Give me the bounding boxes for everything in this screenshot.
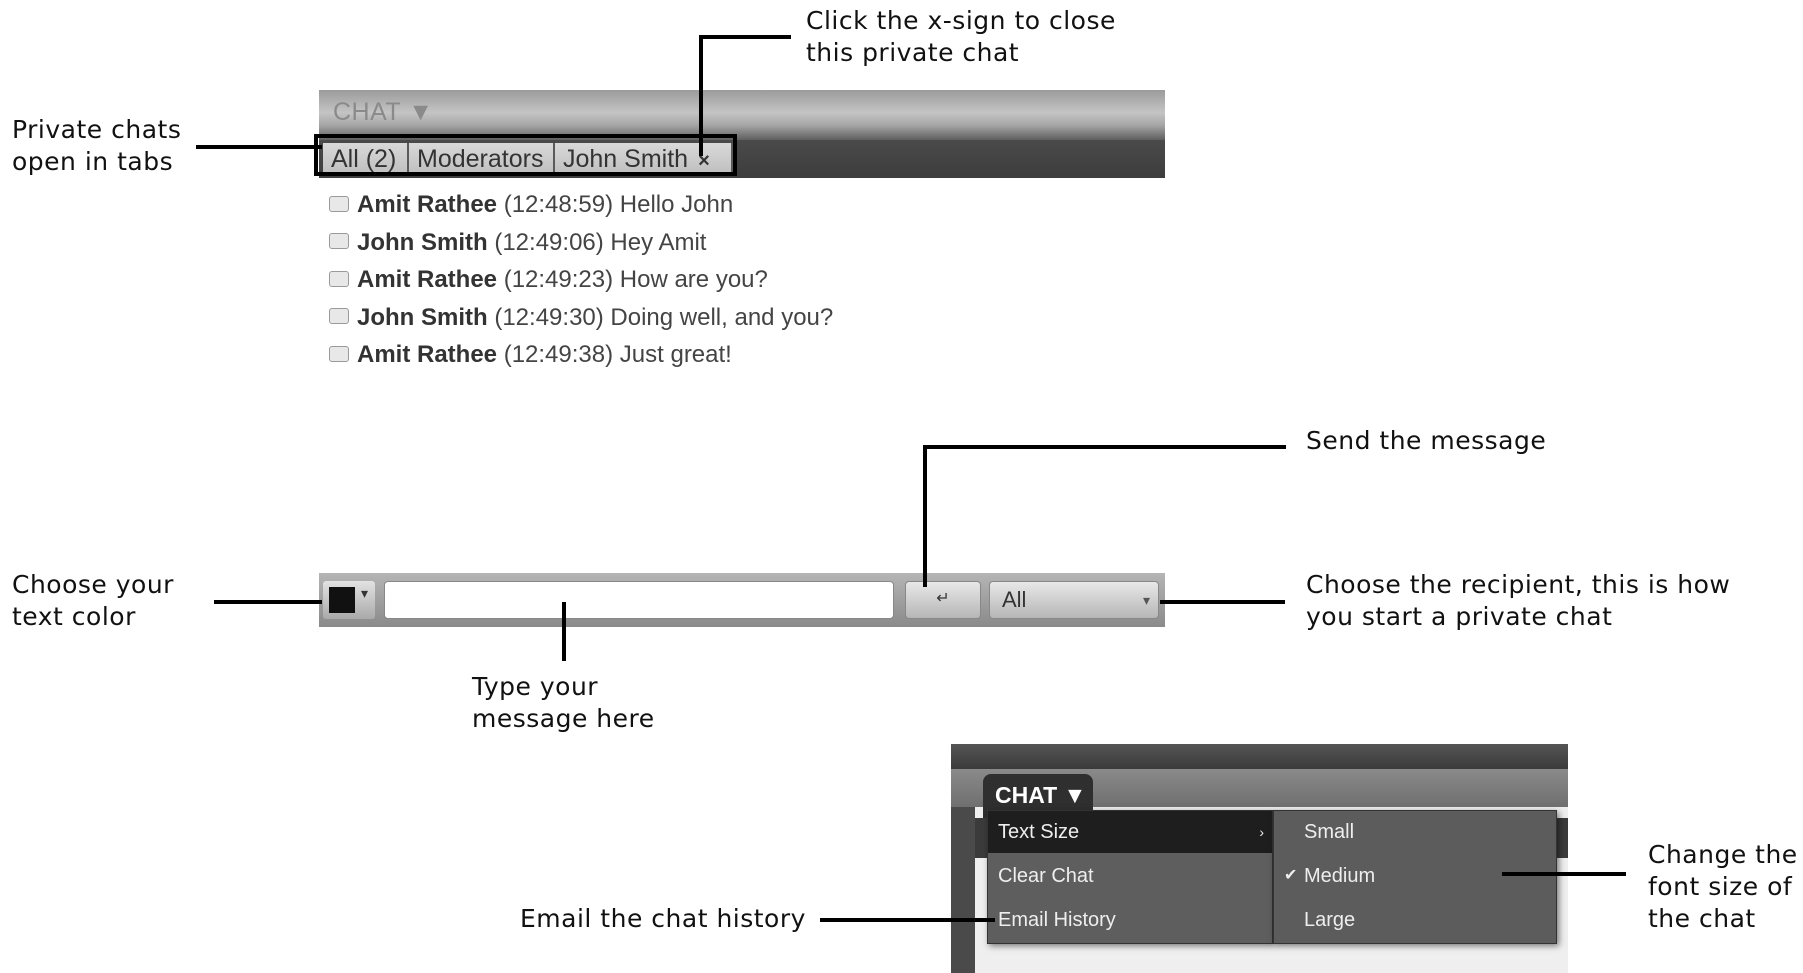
message-sender: John Smith (357, 228, 488, 256)
leader-line (699, 35, 791, 39)
leader-line (1160, 600, 1285, 604)
recipient-value: All (1002, 587, 1027, 612)
callout-tabs: Private chats open in tabs (12, 115, 182, 176)
message-text: Hello John (619, 191, 734, 218)
chat-message: John Smith (12:49:06) Hey Amit (329, 224, 1149, 262)
chat-message: Amit Rathee (12:49:38) Just great! (329, 336, 1149, 374)
callout-email: Email the chat history (520, 904, 806, 933)
message-list: Amit Rathee (12:48:59) Hello John John S… (329, 186, 1149, 374)
chevron-down-icon: ▾ (1142, 592, 1150, 608)
recipient-select[interactable]: All ▾ (989, 581, 1159, 619)
text-size-label: Large (1304, 909, 1356, 931)
message-time: (12:49:30) (494, 303, 604, 331)
message-time: (12:49:38) (503, 341, 614, 368)
message-text: Just great! (619, 341, 732, 368)
chat-bubble-icon (329, 195, 349, 212)
leader-line (214, 600, 322, 604)
menu-item-label: Email History (998, 909, 1116, 931)
chat-menu-button[interactable]: CHAT ▼ (333, 98, 433, 127)
callout-send: Send the message (1306, 426, 1547, 455)
chat-options-menu: Text Size › Clear Chat Email History (987, 810, 1273, 944)
message-text: Doing well, and you? (610, 303, 834, 331)
callout-recipient: Choose the recipient, this is how you st… (1306, 570, 1731, 631)
leader-line (699, 35, 703, 156)
message-time: (12:48:59) (503, 191, 614, 218)
send-icon: ↵ (936, 590, 950, 607)
leader-line (820, 918, 995, 922)
chat-message: Amit Rathee (12:49:23) How are you? (329, 261, 1149, 299)
leader-line (923, 445, 1286, 449)
menu-item-label: Clear Chat (998, 865, 1094, 887)
chat-bubble-icon (329, 308, 349, 325)
color-swatch (329, 587, 355, 613)
menu-item-label: Text Size (998, 821, 1080, 843)
callout-color: Choose your text color (12, 570, 174, 631)
message-sender: Amit Rathee (357, 341, 498, 368)
message-sender: Amit Rathee (357, 266, 498, 293)
leader-line (196, 145, 322, 149)
message-time: (12:49:23) (503, 266, 614, 293)
message-sender: John Smith (357, 303, 488, 331)
menu-item-clear-chat[interactable]: Clear Chat (988, 855, 1272, 897)
callout-font-size: Change the font size of the chat (1648, 840, 1798, 933)
text-size-label: Small (1304, 821, 1355, 843)
menu-item-text-size[interactable]: Text Size › (988, 811, 1272, 853)
chevron-right-icon: › (1259, 824, 1264, 840)
chat-bubble-icon (329, 345, 349, 362)
chat-bubble-icon (329, 270, 349, 287)
message-input[interactable] (384, 581, 894, 619)
text-size-large[interactable]: Large (1274, 899, 1556, 941)
text-color-picker[interactable]: ▾ (323, 581, 375, 619)
chevron-down-icon: ▾ (361, 585, 369, 601)
message-sender: Amit Rathee (357, 191, 498, 218)
chat-message: John Smith (12:49:30) Doing well, and yo… (329, 299, 1149, 337)
text-size-small[interactable]: Small (1274, 811, 1556, 853)
chat-panel: CHAT ▼ All (2) Moderators John Smith × Am… (314, 90, 1165, 627)
message-time: (12:49:06) (494, 228, 604, 256)
text-size-label: Medium (1304, 865, 1376, 887)
checkmark-icon: ✔ (1284, 867, 1298, 884)
chat-header: CHAT ▼ (319, 90, 1165, 140)
text-size-medium[interactable]: ✔ Medium (1274, 855, 1556, 897)
menu-item-email-history[interactable]: Email History (988, 899, 1272, 941)
chat-options-panel: CHAT ▼ Text Size › Clear Chat Email Hist… (951, 744, 1568, 973)
message-text: How are you? (619, 266, 768, 293)
text-size-submenu: Small ✔ Medium Large (1273, 810, 1557, 944)
chat-bubble-icon (329, 233, 349, 250)
tabs-highlight-box (314, 134, 737, 176)
chat-message: Amit Rathee (12:48:59) Hello John (329, 186, 1149, 224)
leader-line (923, 445, 927, 587)
callout-close: Click the x-sign to close this private c… (806, 6, 1116, 67)
leader-line (562, 602, 566, 661)
callout-type: Type your message here (472, 672, 655, 733)
message-text: Hey Amit (610, 228, 707, 256)
chat-input-bar: ▾ ↵ All ▾ (319, 573, 1165, 627)
leader-line (1502, 872, 1626, 876)
send-button[interactable]: ↵ (905, 581, 981, 619)
